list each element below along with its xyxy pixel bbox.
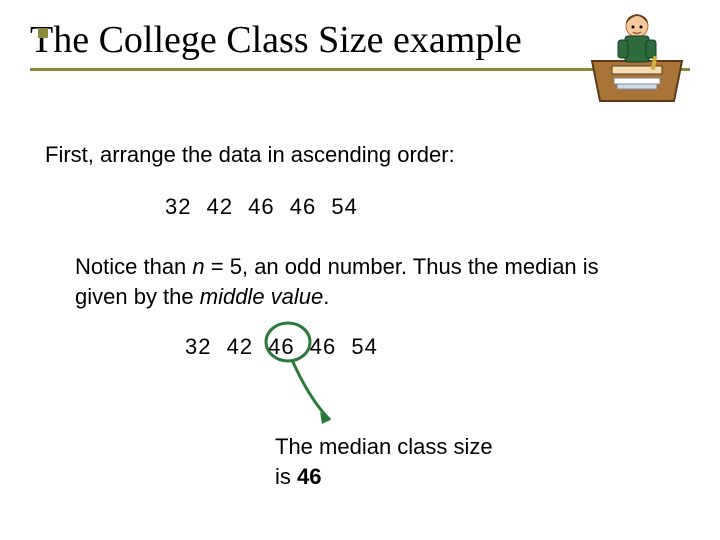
instruction-line: First, arrange the data in ascending ord… xyxy=(45,140,455,170)
notice-text-pre: Notice than xyxy=(75,254,192,279)
notice-middle-value: middle value xyxy=(200,284,324,309)
conclusion-text: The median class size is 46 xyxy=(275,432,495,491)
title-accent-square xyxy=(38,28,48,38)
student-desk-clipart xyxy=(582,6,692,111)
notice-n-variable: n xyxy=(192,254,204,279)
notice-paragraph: Notice than n = 5, an odd number. Thus t… xyxy=(75,252,635,311)
sorted-data-row-annotated: 32 42 46 46 54 xyxy=(185,332,378,362)
sorted-data-row: 32 42 46 46 54 xyxy=(165,192,358,222)
conclusion-value: 46 xyxy=(297,464,321,489)
notice-text-post: . xyxy=(323,284,329,309)
